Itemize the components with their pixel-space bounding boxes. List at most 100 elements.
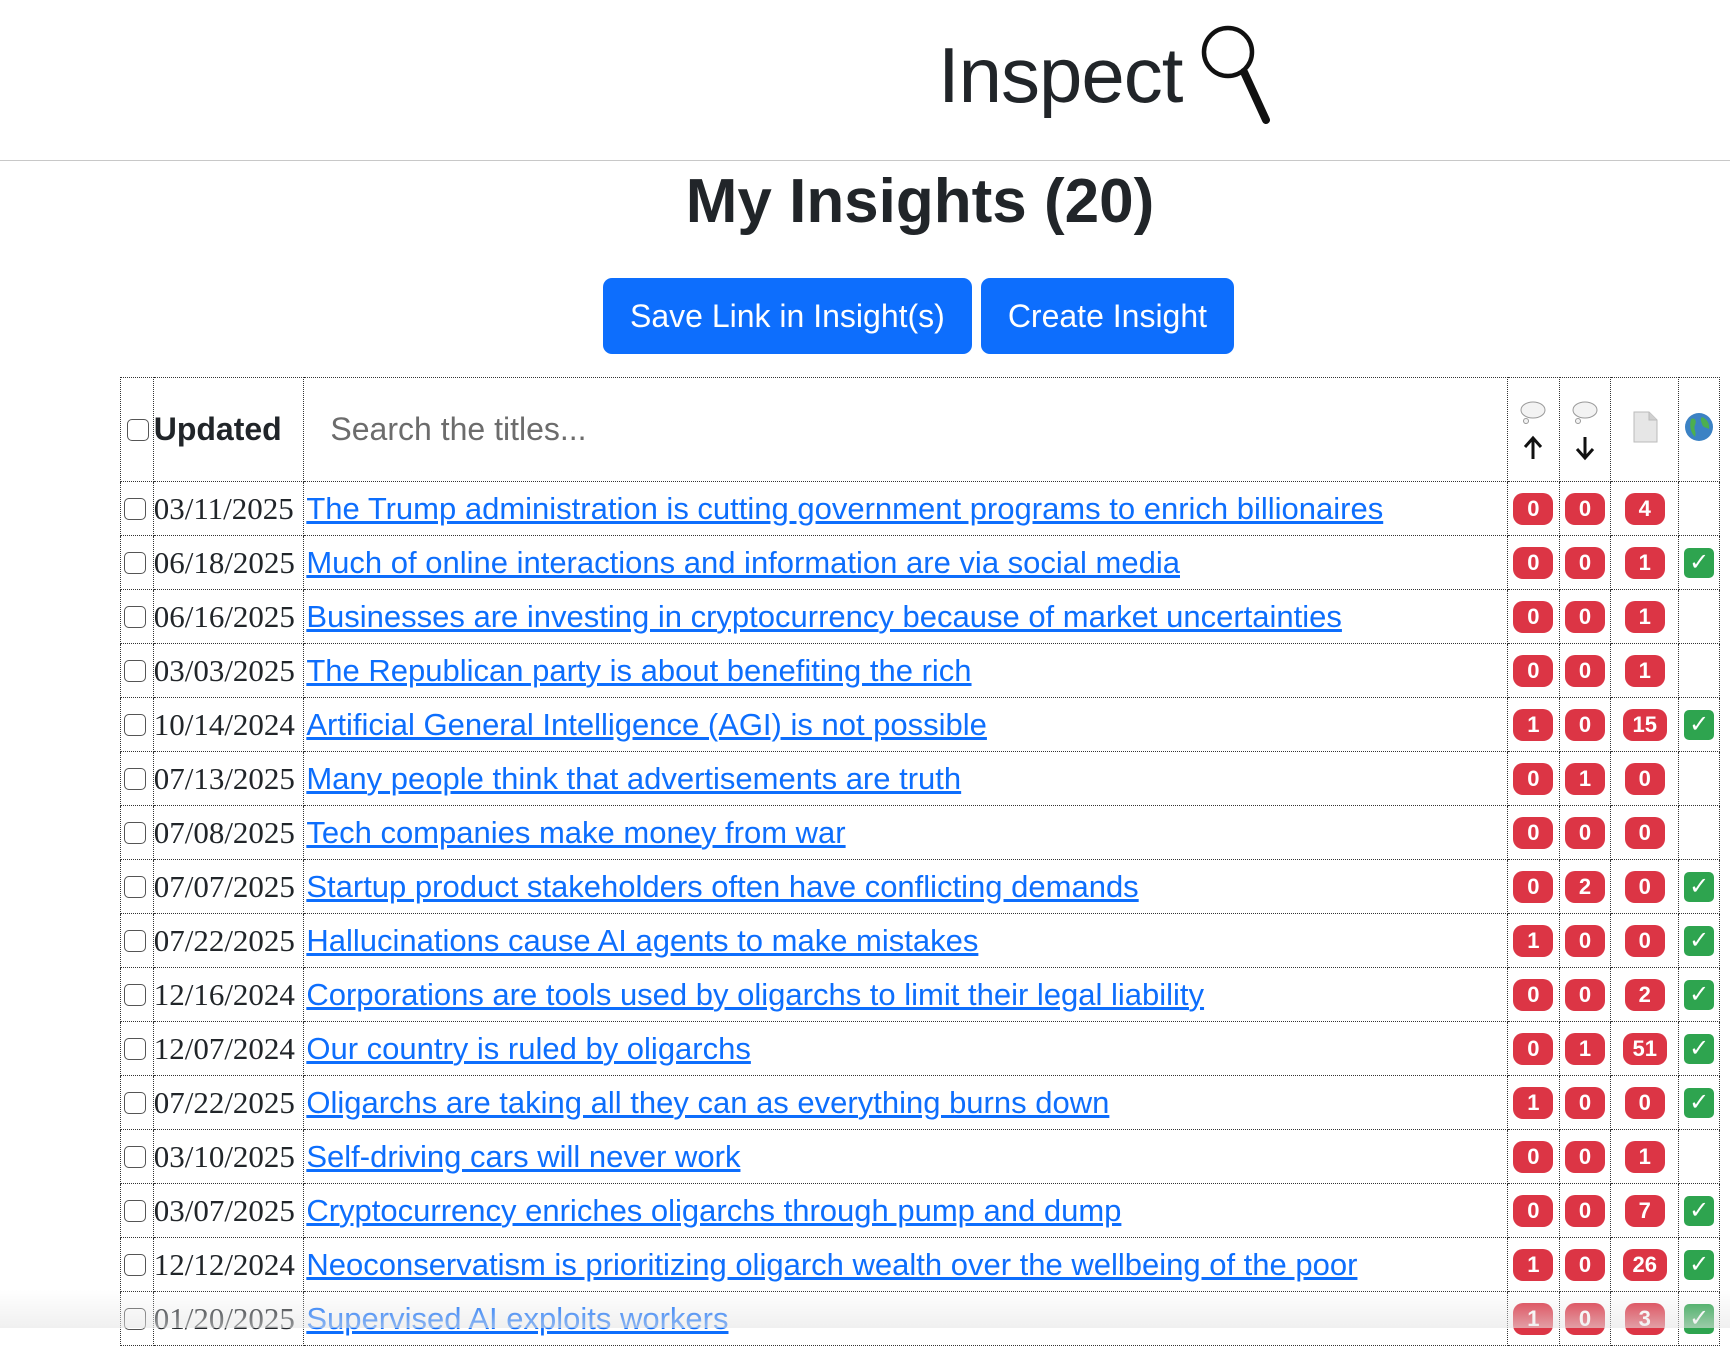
link-count-badge: 4 bbox=[1624, 492, 1665, 525]
row-checkbox[interactable] bbox=[124, 929, 146, 952]
row-checkbox[interactable] bbox=[124, 983, 146, 1006]
row-checkbox[interactable] bbox=[124, 659, 146, 682]
row-select-cell bbox=[120, 643, 154, 698]
upvote-count-cell: 0 bbox=[1507, 1021, 1560, 1076]
insight-title-link[interactable]: Neoconservatism is prioritizing oligarch… bbox=[304, 1247, 1357, 1282]
downvote-count-badge: 1 bbox=[1564, 762, 1605, 795]
updated-column-header[interactable]: Updated bbox=[152, 377, 305, 482]
downvote-count-badge: 0 bbox=[1564, 1086, 1605, 1119]
brand-name[interactable]: Inspect bbox=[938, 36, 1183, 114]
row-checkbox[interactable] bbox=[124, 713, 146, 736]
downvote-count-badge: 0 bbox=[1564, 654, 1605, 687]
updated-date: 03/03/2025 bbox=[152, 643, 305, 698]
insight-title-link[interactable]: The Trump administration is cutting gove… bbox=[304, 491, 1383, 526]
upvote-count-cell: 0 bbox=[1507, 1183, 1560, 1238]
published-cell bbox=[1678, 643, 1720, 698]
select-all-checkbox[interactable] bbox=[127, 418, 150, 441]
row-checkbox[interactable] bbox=[124, 1091, 146, 1114]
updated-date: 10/14/2024 bbox=[152, 697, 305, 752]
upvote-count-cell: 1 bbox=[1507, 1075, 1560, 1130]
upvote-count-cell: 1 bbox=[1507, 1237, 1560, 1292]
upvote-count-badge: 0 bbox=[1513, 1194, 1554, 1227]
row-checkbox[interactable] bbox=[124, 551, 146, 574]
site-header: Inspect bbox=[0, 0, 1730, 161]
insight-title-link[interactable]: Oligarchs are taking all they can as eve… bbox=[304, 1085, 1109, 1120]
title-cell: Tech companies make money from war bbox=[303, 805, 1509, 860]
published-cell: ✓ bbox=[1678, 1237, 1720, 1292]
insight-title-link[interactable]: Tech companies make money from war bbox=[304, 815, 845, 850]
table-header-row: Updated bbox=[120, 377, 1720, 482]
links-column-header[interactable] bbox=[1610, 377, 1680, 482]
insights-table: Updated Search the titles... 03/11/2025 … bbox=[120, 377, 1720, 1346]
updated-date: 07/08/2025 bbox=[152, 805, 305, 860]
insight-title-link[interactable]: Self-driving cars will never work bbox=[304, 1139, 740, 1174]
updated-date: 07/22/2025 bbox=[152, 913, 305, 968]
row-checkbox[interactable] bbox=[124, 821, 146, 844]
link-count-cell: 1 bbox=[1610, 589, 1680, 644]
upvote-count-cell: 0 bbox=[1507, 1129, 1560, 1184]
thought-bubble-icon bbox=[1520, 401, 1546, 424]
downvote-count-cell: 0 bbox=[1558, 589, 1612, 644]
link-count-cell: 0 bbox=[1610, 751, 1680, 806]
title-cell: Hallucinations cause AI agents to make m… bbox=[303, 913, 1509, 968]
row-checkbox[interactable] bbox=[124, 1199, 146, 1222]
link-count-badge: 26 bbox=[1622, 1248, 1667, 1281]
link-count-cell: 0 bbox=[1610, 859, 1680, 914]
link-count-badge: 51 bbox=[1622, 1032, 1667, 1065]
row-checkbox[interactable] bbox=[124, 1307, 146, 1330]
link-count-badge: 3 bbox=[1624, 1302, 1665, 1335]
downvote-count-cell: 2 bbox=[1558, 859, 1612, 914]
upvotes-column-header[interactable] bbox=[1507, 377, 1560, 482]
insight-title-link[interactable]: Artificial General Intelligence (AGI) is… bbox=[304, 707, 987, 742]
updated-date: 06/16/2025 bbox=[152, 589, 305, 644]
downvotes-column-header[interactable] bbox=[1558, 377, 1612, 482]
published-column-header[interactable] bbox=[1678, 377, 1720, 482]
search-input[interactable] bbox=[324, 410, 1488, 449]
insight-title-link[interactable]: Much of online interactions and informat… bbox=[304, 545, 1180, 580]
downvote-count-badge: 0 bbox=[1564, 1248, 1605, 1281]
insight-title-link[interactable]: Many people think that advertisements ar… bbox=[304, 761, 961, 796]
insight-title-link[interactable]: Supervised AI exploits workers bbox=[304, 1301, 728, 1336]
save-link-button[interactable]: Save Link in Insight(s) bbox=[603, 278, 972, 354]
upvote-count-badge: 0 bbox=[1513, 978, 1554, 1011]
downvote-count-badge: 0 bbox=[1564, 1302, 1605, 1335]
link-count-cell: 51 bbox=[1610, 1021, 1680, 1076]
title-cell: Startup product stakeholders often have … bbox=[303, 859, 1509, 914]
create-insight-button[interactable]: Create Insight bbox=[980, 278, 1235, 354]
link-count-badge: 0 bbox=[1624, 1086, 1665, 1119]
upvote-count-badge: 1 bbox=[1513, 708, 1554, 741]
row-checkbox[interactable] bbox=[124, 875, 146, 898]
insight-title-link[interactable]: Startup product stakeholders often have … bbox=[304, 869, 1138, 904]
row-checkbox[interactable] bbox=[124, 1037, 146, 1060]
insight-title-link[interactable]: Cryptocurrency enriches oligarchs throug… bbox=[304, 1193, 1121, 1228]
row-checkbox[interactable] bbox=[124, 605, 146, 628]
link-count-cell: 7 bbox=[1610, 1183, 1680, 1238]
published-cell: ✓ bbox=[1678, 697, 1720, 752]
row-checkbox[interactable] bbox=[124, 1253, 146, 1276]
downvote-count-badge: 0 bbox=[1564, 1140, 1605, 1173]
upvote-count-cell: 1 bbox=[1507, 697, 1560, 752]
row-checkbox[interactable] bbox=[124, 767, 146, 790]
brand[interactable]: Inspect bbox=[938, 22, 1274, 128]
insight-title-link[interactable]: Corporations are tools used by oligarchs… bbox=[304, 977, 1204, 1012]
upvote-count-cell: 0 bbox=[1507, 589, 1560, 644]
published-check-icon: ✓ bbox=[1684, 1195, 1715, 1226]
title-cell: Artificial General Intelligence (AGI) is… bbox=[303, 697, 1509, 752]
link-count-cell: 15 bbox=[1610, 697, 1680, 752]
insight-title-link[interactable]: Hallucinations cause AI agents to make m… bbox=[304, 923, 978, 958]
table-row: 03/07/2025 Cryptocurrency enriches oligar… bbox=[120, 1183, 1720, 1238]
downvote-count-cell: 0 bbox=[1558, 805, 1612, 860]
insight-title-link[interactable]: The Republican party is about benefiting… bbox=[304, 653, 971, 688]
upvote-count-badge: 1 bbox=[1513, 1302, 1554, 1335]
row-checkbox[interactable] bbox=[124, 1145, 146, 1168]
upvote-count-badge: 0 bbox=[1513, 762, 1554, 795]
row-checkbox[interactable] bbox=[124, 497, 146, 520]
upvote-count-cell: 0 bbox=[1507, 481, 1560, 536]
upvote-count-badge: 0 bbox=[1513, 870, 1554, 903]
downvote-count-cell: 0 bbox=[1558, 535, 1612, 590]
upvote-count-cell: 1 bbox=[1507, 913, 1560, 968]
insight-title-link[interactable]: Businesses are investing in cryptocurren… bbox=[304, 599, 1342, 634]
insight-title-link[interactable]: Our country is ruled by oligarchs bbox=[304, 1031, 751, 1066]
published-cell: ✓ bbox=[1678, 1291, 1720, 1346]
magnifying-glass-icon bbox=[1202, 25, 1271, 124]
